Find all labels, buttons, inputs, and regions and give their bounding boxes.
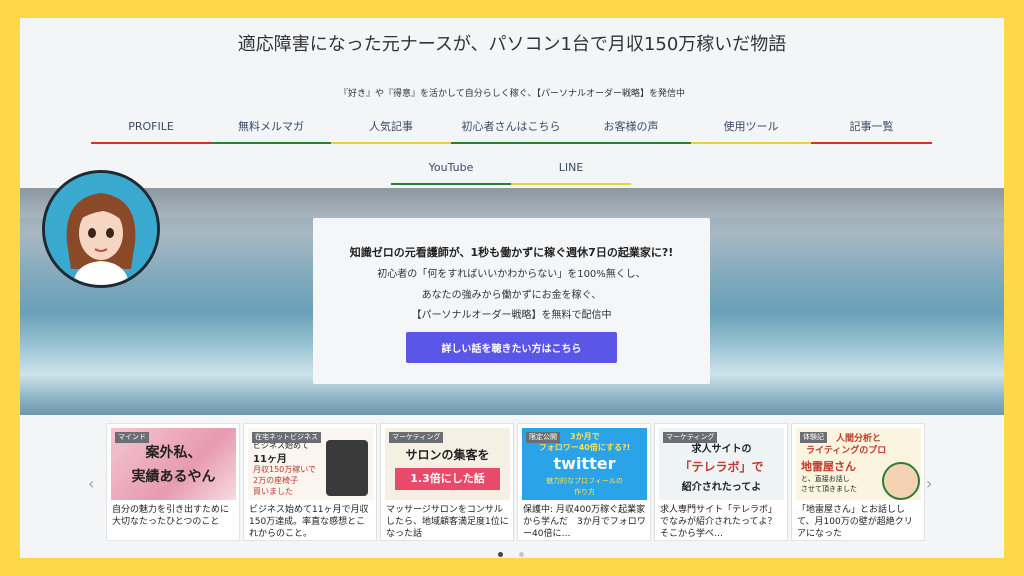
nav-item-articles[interactable]: 記事一覧 <box>811 115 932 144</box>
card-thumbnail: 人間分析と ライティングのプロ 地雷屋さん と、直接お話し させて頂きました 体… <box>796 428 921 500</box>
cta-button[interactable]: 詳しい話を聴きたい方はこちら <box>406 332 617 363</box>
thumb-text: 2万の座椅子 <box>253 476 299 485</box>
cta-box: 知識ゼロの元看護師が、1秒も働かずに稼ぐ週休7日の起業家に?! 初心者の「何をす… <box>313 218 710 384</box>
avatar-illustration <box>45 173 157 285</box>
site-title[interactable]: 適応障害になった元ナースが、パソコン1台で月収150万稼いだ物語 <box>20 30 1004 56</box>
carousel-next-icon[interactable]: › <box>926 474 932 493</box>
thumb-text: フォロワー40倍にする?! <box>538 443 631 452</box>
thumb-text: と、直接お話し <box>801 475 850 483</box>
card-caption: 求人専門サイト「テレラボ」でなみが紹介されたってよ？そこから学べ… <box>660 505 778 539</box>
category-badge: マインド <box>115 432 149 443</box>
category-badge: 在宅ネットビジネス <box>252 432 321 443</box>
card-caption: 自分の魅力を引き出すために大切なたったひとつのこと <box>112 505 230 527</box>
card-thumbnail: 求人サイトの 「テレラボ」で 紹介されたってよ マーケティング <box>659 428 784 500</box>
person-illustration <box>882 462 920 500</box>
card-thumbnail: 案外私、 実績あるやん マインド <box>111 428 236 500</box>
chair-photo <box>326 440 368 496</box>
thumb-text: サロンの集客を <box>405 448 490 462</box>
article-card[interactable]: 3か月で フォロワー40倍にする?! twitter 魅力的なプロフィールの 作… <box>517 423 651 541</box>
card-thumbnail: 3か月で フォロワー40倍にする?! twitter 魅力的なプロフィールの 作… <box>522 428 647 500</box>
article-card[interactable]: ビジネス始めて 11ヶ月 月収150万稼いで 2万の座椅子 買いました 在宅ネッ… <box>243 423 377 541</box>
thumb-text: 月収150万稼いで <box>253 465 317 474</box>
thumb-text: 11ヶ月 <box>253 454 287 465</box>
thumb-text: 3か月で <box>570 432 600 441</box>
thumb-text: 地雷屋さん <box>801 460 856 473</box>
thumb-text: 作り方 <box>574 488 595 496</box>
thumb-text: ライティングのプロ <box>806 446 887 456</box>
card-thumbnail: ビジネス始めて 11ヶ月 月収150万稼いで 2万の座椅子 買いました 在宅ネッ… <box>248 428 373 500</box>
article-card[interactable]: 求人サイトの 「テレラボ」で 紹介されたってよ マーケティング 求人専門サイト「… <box>654 423 788 541</box>
article-card[interactable]: 人間分析と ライティングのプロ 地雷屋さん と、直接お話し させて頂きました 体… <box>791 423 925 541</box>
cta-line-1: 初心者の「何をすればいいかわからない」を100%無くし、 <box>377 269 646 280</box>
cta-headline: 知識ゼロの元看護師が、1秒も働かずに稼ぐ週休7日の起業家に?! <box>349 246 674 259</box>
card-caption: 「地雷屋さん」とお話しして、月100万の壁が超絶クリアになった <box>797 505 913 539</box>
card-caption: 保護中: 月収400万稼ぐ起業家から学んだ 3か月でフォロワー40倍に… <box>523 505 646 539</box>
nav-item-popular[interactable]: 人気記事 <box>331 115 451 144</box>
page: 適応障害になった元ナースが、パソコン1台で月収150万稼いだ物語 『好き』や『得… <box>20 18 1004 558</box>
nav-item-profile[interactable]: PROFILE <box>91 115 211 144</box>
nav-item-youtube[interactable]: YouTube <box>391 156 511 185</box>
thumb-text: させて頂きました <box>801 485 857 493</box>
nav-item-voice[interactable]: お客様の声 <box>571 115 691 144</box>
card-thumbnail: サロンの集客を 1.3倍にした話 マーケティング <box>385 428 510 500</box>
carousel-dot-active[interactable] <box>498 552 503 557</box>
article-card[interactable]: 案外私、 実績あるやん マインド 自分の魅力を引き出すために大切なたったひとつの… <box>106 423 240 541</box>
carousel-dot[interactable] <box>519 552 524 557</box>
thumb-text: 魅力的なプロフィールの <box>546 477 623 485</box>
card-caption: マッサージサロンをコンサルしたら、地域顧客満足度1位になった話 <box>386 505 509 539</box>
thumb-text: 「テレラボ」で <box>679 460 764 474</box>
category-badge: 限定公開 <box>526 432 560 443</box>
category-badge: マーケティング <box>389 432 444 443</box>
card-caption: ビジネス始めて11ヶ月で月収150万達成。率直な感想とこれからのこと。 <box>249 505 369 539</box>
thumb-text: 1.3倍にした話 <box>395 468 500 490</box>
thumb-text: 案外私、 <box>145 445 202 461</box>
thumb-text: twitter <box>553 454 616 473</box>
nav-item-tools[interactable]: 使用ツール <box>691 115 811 144</box>
nav-item-mailmag[interactable]: 無料メルマガ <box>211 115 331 144</box>
site-tagline: 『好き』や『得意』を活かして自分らしく稼ぐ、【パーソナルオーダー戦略】を発信中 <box>339 89 685 99</box>
nav-item-line[interactable]: LINE <box>511 156 631 185</box>
cta-line-2: あなたの強みから働かずにお金を稼ぐ、 <box>421 290 602 301</box>
hero-sky-band <box>20 188 1004 218</box>
category-badge: 体験記 <box>800 432 827 443</box>
nav-item-beginner[interactable]: 初心者さんはこちら <box>451 115 571 144</box>
cta-line-3: 【パーソナルオーダー戦略】を無料で配信中 <box>411 310 612 321</box>
thumb-text: 実績あるやん <box>131 469 216 485</box>
carousel-prev-icon[interactable]: ‹ <box>88 474 94 493</box>
category-badge: マーケティング <box>663 432 718 443</box>
article-card[interactable]: サロンの集客を 1.3倍にした話 マーケティング マッサージサロンをコンサルした… <box>380 423 514 541</box>
thumb-text: 買いました <box>253 487 293 496</box>
thumb-text: 紹介されたってよ <box>681 482 762 493</box>
avatar[interactable] <box>42 170 160 288</box>
